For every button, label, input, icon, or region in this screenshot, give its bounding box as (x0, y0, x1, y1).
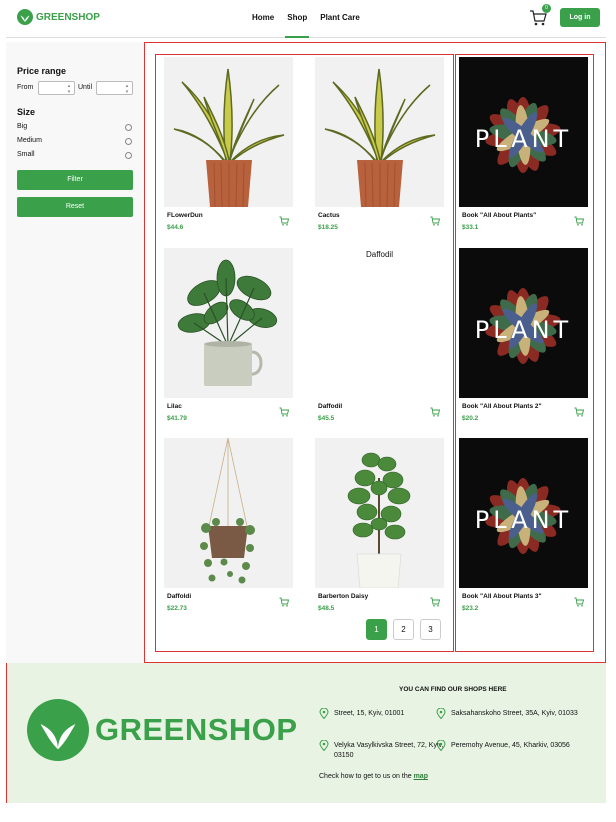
login-button[interactable]: Log in (560, 8, 600, 27)
books-column (455, 54, 594, 652)
address-text: Street, 15, Kyiv, 01001 (334, 710, 405, 717)
add-to-cart-icon[interactable] (430, 407, 440, 417)
location-pin-icon (319, 708, 329, 719)
header: GREENSHOP Home Shop Plant Care 0 Log in (6, 0, 606, 38)
product-name[interactable]: Cactus (318, 212, 340, 219)
main-nav: Home Shop Plant Care (252, 13, 373, 38)
cart-button[interactable]: 0 (529, 4, 551, 33)
filter-sidebar: Price range From Until Size Big Medium S… (6, 42, 145, 663)
address-text: Saksahanskoho Street, 35A, Kyiv, 01033 (451, 710, 578, 717)
footer-logo[interactable]: GREENSHOP (27, 699, 298, 761)
image-alt-text: Daffodil (366, 250, 393, 259)
product-image[interactable] (164, 57, 293, 207)
size-medium-radio[interactable] (125, 138, 132, 145)
product-card[interactable]: FLowerDun $44.6 (164, 57, 293, 231)
snake-plant-image (173, 68, 285, 207)
product-price: $18.25 (318, 224, 338, 231)
footer-brand-name: GREENSHOP (95, 712, 298, 747)
product-price: $22.73 (167, 605, 187, 612)
price-range-title: Price range (17, 66, 67, 76)
until-label: Until (78, 84, 93, 91)
leaf-logo-icon (27, 699, 89, 761)
product-image-missing[interactable]: Daffodil (315, 248, 444, 398)
product-image[interactable] (164, 248, 293, 398)
size-medium-label: Medium (17, 137, 42, 144)
size-big-radio[interactable] (125, 124, 132, 131)
add-to-cart-icon[interactable] (430, 216, 440, 226)
shop-address: Peremohy Avenue, 45, Kharkiv, 03056 (436, 740, 581, 751)
product-image[interactable] (315, 438, 444, 588)
address-text: Peremohy Avenue, 45, Kharkiv, 03056 (451, 742, 570, 749)
location-pin-icon (319, 740, 329, 751)
nav-shop[interactable]: Shop (285, 13, 310, 38)
map-directions: Check how to get to us on the map (319, 773, 428, 780)
size-title: Size (17, 107, 36, 117)
from-label: From (17, 84, 34, 91)
price-from-input[interactable] (38, 81, 75, 95)
product-name[interactable]: Lilac (167, 403, 182, 410)
snake-plant-image (324, 68, 436, 207)
product-price: $41.79 (167, 415, 187, 422)
map-link[interactable]: map (414, 773, 428, 780)
product-price: $45.5 (318, 415, 335, 422)
page-button-1[interactable]: 1 (366, 619, 387, 640)
product-name[interactable]: Daffodil (318, 403, 342, 410)
address-text: Velyka Vasylkivska Street, 72, Kyiv, 031… (334, 742, 444, 759)
location-pin-icon (436, 740, 446, 751)
size-small-radio[interactable] (125, 152, 132, 159)
potted-plant-image (177, 259, 278, 386)
product-price: $44.6 (167, 224, 184, 231)
product-name[interactable]: Daffoldi (167, 593, 191, 600)
nav-plant-care[interactable]: Plant Care (320, 13, 360, 22)
fiddle-leaf-image (347, 452, 411, 588)
product-card[interactable]: Daffoldi $22.73 (164, 438, 293, 612)
map-text: Check how to get to us on the (319, 773, 412, 780)
add-to-cart-icon[interactable] (279, 216, 289, 226)
product-name[interactable]: FLowerDun (167, 212, 203, 219)
add-to-cart-icon[interactable] (279, 597, 289, 607)
product-name[interactable]: Barberton Daisy (318, 593, 368, 600)
product-image[interactable] (315, 57, 444, 207)
nav-home[interactable]: Home (252, 13, 274, 22)
product-card[interactable]: Barberton Daisy $48.5 (315, 438, 444, 612)
price-until-input[interactable] (96, 81, 133, 95)
filter-button[interactable]: Filter (17, 170, 133, 190)
reset-button[interactable]: Reset (17, 197, 133, 217)
product-price: $48.5 (318, 605, 335, 612)
page-button-3[interactable]: 3 (420, 619, 441, 640)
product-card[interactable]: Cactus $18.25 (315, 57, 444, 231)
brand-name: GREENSHOP (36, 11, 100, 23)
product-card[interactable]: Daffodil Daffodil $45.5 (315, 248, 444, 422)
product-image[interactable] (164, 438, 293, 588)
size-small-label: Small (17, 151, 35, 158)
logo[interactable]: GREENSHOP (17, 9, 100, 25)
add-to-cart-icon[interactable] (430, 597, 440, 607)
leaf-logo-icon (17, 9, 33, 25)
size-big-label: Big (17, 123, 28, 130)
location-pin-icon (436, 708, 446, 719)
page-button-2[interactable]: 2 (393, 619, 414, 640)
footer: GREENSHOP YOU CAN FIND OUR SHOPS HERE St… (6, 663, 606, 803)
add-to-cart-icon[interactable] (279, 407, 289, 417)
hanging-plant-image (200, 438, 255, 584)
shop-address: Saksahanskoho Street, 35A, Kyiv, 01033 (436, 708, 581, 719)
cart-count-badge: 0 (542, 4, 551, 13)
shops-title: YOU CAN FIND OUR SHOPS HERE (399, 686, 507, 693)
product-card[interactable]: Lilac $41.79 (164, 248, 293, 422)
